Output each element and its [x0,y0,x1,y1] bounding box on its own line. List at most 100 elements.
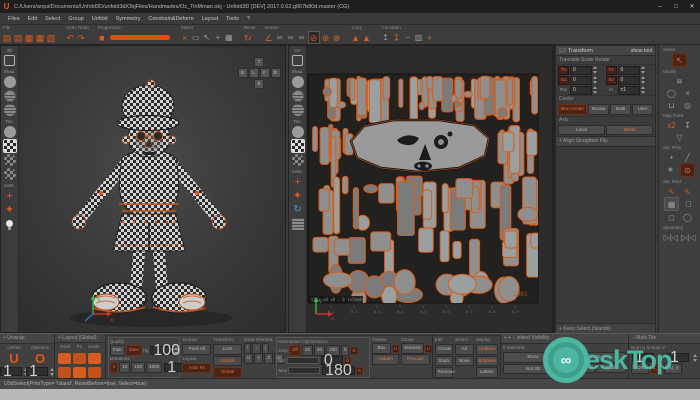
outline-u-toggle[interactable]: U [391,344,399,353]
num-u-field[interactable]: 1 [632,350,654,366]
isol-button[interactable]: Isol [565,362,596,374]
sym-right-icon[interactable]: ▷|◁ [681,231,695,243]
constrain-cross-icon[interactable]: + [425,32,435,44]
viewport-3d[interactable]: 3D Shad. Tex. Cent. + ✦ T B L F R B y x [0,45,286,333]
lasso-sel-icon[interactable]: ◯ [681,211,694,223]
unlock-button[interactable]: Unlock [213,355,242,367]
sv-field[interactable]: 0 [617,75,640,85]
redo-icon[interactable]: ↷ [76,32,86,44]
mutations-1-button[interactable]: 1 [109,362,119,374]
labels-button[interactable]: Labels [475,367,498,378]
rescale-button[interactable]: Rescale [401,354,430,365]
quality-value[interactable]: 100 [150,343,180,359]
reset-icon[interactable]: ↻ [243,32,253,44]
pin-down-icon[interactable]: ↧ [392,32,402,44]
center-star-icon[interactable]: ✦ [4,204,16,216]
uv-no-texture-icon[interactable] [291,126,304,138]
dash-icon[interactable]: − [403,32,413,44]
angle-seam-icon[interactable]: ∠ [264,32,274,44]
axis-v-button[interactable]: V [254,353,264,365]
edge-prim-icon[interactable]: ╱ [681,151,694,163]
poly-prim-icon[interactable]: ∗ [664,163,677,175]
orient-slash-button[interactable]: / [243,343,252,355]
pack-button[interactable] [58,353,72,364]
uv-sync-icon[interactable]: ↻ [292,204,304,216]
view-left-button[interactable]: L [248,67,259,78]
move-cursor-icon[interactable]: + [213,32,223,44]
hidden-button[interactable]: Hidden [372,354,399,365]
shield-icon[interactable]: ▽ [673,131,686,143]
character-model[interactable]: y x [1,46,286,333]
minimize-button[interactable]: – [652,4,668,10]
in-spinner[interactable] [640,86,646,94]
stacked-button[interactable]: Stacked [401,343,424,355]
uv-fit-view-icon[interactable] [292,55,303,66]
mouse-button[interactable]: Mouse [587,104,609,115]
brush-flag-icon[interactable]: ≋ [673,75,686,87]
align-straighten-flip-header[interactable]: + Align Straighten Flip [556,136,655,148]
udim-button[interactable]: UDIM [631,363,649,374]
su-spinner[interactable] [593,76,598,84]
point-prim-icon[interactable]: • [665,151,678,163]
tu-field[interactable]: 0 [570,65,592,75]
step-off-button[interactable]: Off [288,345,301,357]
menu-item-select[interactable]: Select [45,16,60,22]
mutations-1000-button[interactable]: 1000 [146,362,163,374]
open-obj-icon[interactable]: ▤ [2,32,12,44]
sym-left-icon[interactable]: ▷|◁ [664,231,678,243]
menu-item-edit[interactable]: Edit [28,16,37,22]
box-sel-icon[interactable]: ◻ [665,211,678,223]
su-field[interactable]: 0 [570,75,592,85]
max-value[interactable]: 180 [322,363,355,379]
show-button[interactable]: Show [502,352,564,363]
wireframe-mode-icon[interactable] [3,90,16,102]
checker-tiny-icon[interactable] [3,168,16,180]
seam-erase-icon[interactable]: ⊗ [332,32,342,44]
fit-view-icon[interactable] [4,55,15,66]
orient-pipe-button[interactable]: | [261,343,269,355]
quality-slow-button[interactable]: Slow [125,345,142,357]
box-button[interactable]: Box [372,343,391,355]
save-icon[interactable]: ▦ [24,32,34,44]
o-shape-icon[interactable]: ◎ [681,99,694,111]
tv-spinner[interactable] [640,66,646,74]
multi-tile-header[interactable]: − Multi Tile [629,334,700,344]
undo-icon[interactable]: ↶ [65,32,75,44]
wave2-sel-icon[interactable]: ∿ [681,185,694,197]
box-center-button[interactable]: Box Center [558,104,587,115]
show-tool-link[interactable]: show tool [631,48,652,54]
delete-icon[interactable]: × [180,32,190,44]
checker-texture-icon[interactable] [2,139,17,153]
uv-lower-button[interactable]: u_v [649,363,664,374]
pack2-button[interactable] [58,367,72,378]
axis-u-button[interactable]: U [243,353,254,365]
remove-button[interactable]: Remove [434,367,455,378]
auto-fit-button[interactable]: Auto Fit [182,362,212,374]
checker-small-icon[interactable] [3,154,16,166]
menu-item-constrain-deform[interactable]: Constrain&Deform [148,16,193,22]
loop-seam-icon[interactable]: ∞ [275,32,285,44]
step-0-button[interactable]: 0 [340,345,350,357]
mutations-100-button[interactable]: 100 [131,362,146,374]
collapse-icon[interactable]: − [559,48,566,53]
cursor-icon[interactable]: ↖ [202,32,212,44]
menu-item-unfold[interactable]: Unfold [92,16,108,22]
group-u-toggle[interactable]: U [424,344,432,353]
scale-button[interactable] [88,353,102,364]
uv-grid-icon[interactable] [291,218,304,230]
uv-flat-mode-icon[interactable] [291,104,304,116]
num-v-spinner[interactable] [693,353,698,362]
min-slider[interactable] [286,357,319,365]
step-45-button[interactable]: 45 [301,345,314,357]
view-back-button[interactable]: B [237,67,248,78]
optimize-iterations[interactable]: 1 [26,364,48,380]
rw-field[interactable]: 0 [570,85,592,95]
tile-grid-icon[interactable]: ▥ [414,32,424,44]
paste-uv-icon[interactable]: ▲ [362,32,372,44]
view-front-button[interactable]: F [259,67,270,78]
uv-shaded-mode-icon[interactable] [291,76,304,88]
tu-spinner[interactable] [593,66,598,74]
menu-item-tools[interactable]: Tools [226,16,239,22]
layout-header[interactable]: + Layout (Global) [55,334,105,343]
export-icon[interactable]: ▧ [46,32,56,44]
